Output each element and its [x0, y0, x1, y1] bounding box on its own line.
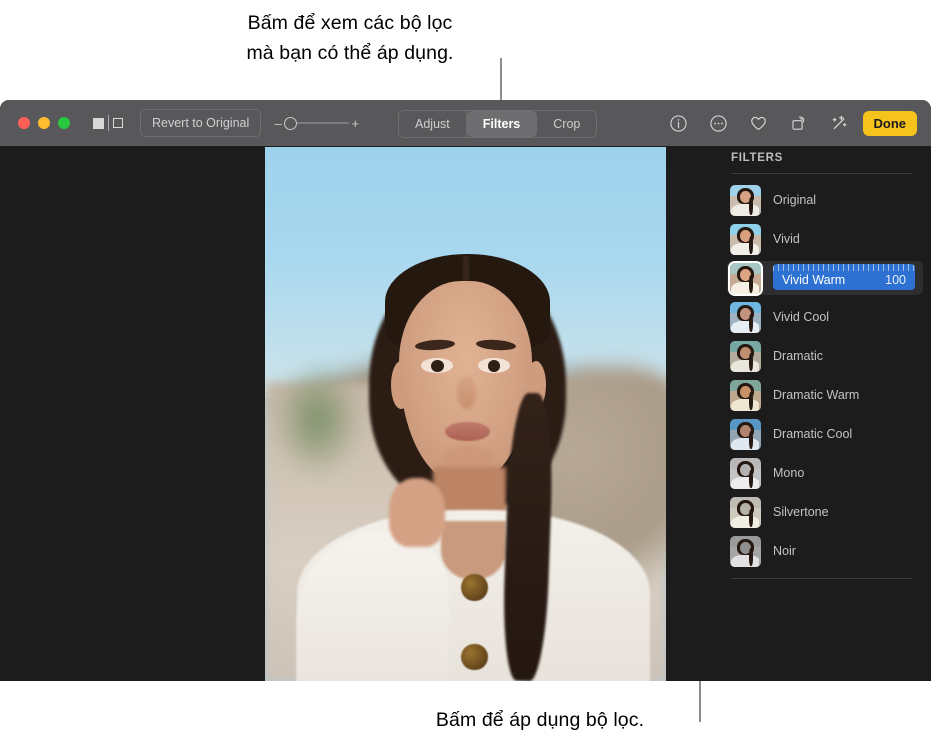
- callout-bottom-text: Bấm để áp dụng bộ lọc.: [330, 705, 750, 735]
- filter-thumbnail[interactable]: [730, 458, 761, 489]
- callout-top-leader-line: [500, 58, 502, 103]
- toolbar-right-icons: Done: [659, 100, 918, 146]
- filter-name-label: Vivid: [773, 232, 800, 246]
- filter-thumbnail[interactable]: [730, 497, 761, 528]
- done-button-label: Done: [874, 116, 907, 131]
- zoom-out-label[interactable]: –: [272, 116, 284, 131]
- filter-row[interactable]: Silvertone: [727, 495, 923, 529]
- filter-name-label: Mono: [773, 466, 804, 480]
- filter-name-label: Silvertone: [773, 505, 829, 519]
- editor-content: FILTERS OriginalVividVivid Warm100Vivid …: [0, 146, 931, 681]
- split-view-toggle-button[interactable]: [93, 115, 123, 131]
- filter-row[interactable]: Dramatic: [727, 339, 923, 373]
- filter-intensity-value: 100: [885, 273, 906, 287]
- window-traffic-lights: [18, 117, 70, 129]
- filter-thumbnail[interactable]: [730, 263, 761, 294]
- outlined-square-icon: [113, 118, 123, 128]
- edit-mode-segmented-control[interactable]: Adjust Filters Crop: [398, 110, 597, 138]
- filter-thumbnail[interactable]: [730, 224, 761, 255]
- photos-editor-window: Revert to Original – + Adjust Filters Cr…: [0, 100, 931, 681]
- done-button[interactable]: Done: [863, 111, 918, 136]
- callout-top-text: Bấm để xem các bộ lọc mà bạn có thể áp d…: [150, 8, 550, 68]
- filter-row[interactable]: Original: [727, 183, 923, 217]
- tab-crop[interactable]: Crop: [537, 111, 596, 137]
- revert-to-original-label: Revert to Original: [152, 116, 249, 130]
- filters-divider-bottom: [731, 578, 913, 579]
- zoom-in-label[interactable]: +: [349, 116, 361, 131]
- filter-row[interactable]: Vivid Cool: [727, 300, 923, 334]
- filter-name-label: Dramatic Warm: [773, 388, 859, 402]
- minimize-window-button[interactable]: [38, 117, 50, 129]
- rotate-icon[interactable]: [779, 100, 819, 146]
- zoom-slider-line: [291, 122, 349, 124]
- more-icon[interactable]: [699, 100, 739, 146]
- filter-row[interactable]: Noir: [727, 534, 923, 568]
- filter-thumbnail[interactable]: [730, 302, 761, 333]
- tab-filters[interactable]: Filters: [467, 111, 538, 137]
- filter-row[interactable]: Vivid: [727, 222, 923, 256]
- editor-toolbar: Revert to Original – + Adjust Filters Cr…: [0, 100, 931, 146]
- filter-name-label: Vivid Cool: [773, 310, 829, 324]
- close-window-button[interactable]: [18, 117, 30, 129]
- edited-photo[interactable]: [265, 147, 666, 681]
- zoom-slider-knob[interactable]: [284, 117, 297, 130]
- tab-adjust[interactable]: Adjust: [399, 111, 467, 137]
- filter-row[interactable]: Mono: [727, 456, 923, 490]
- filters-divider-top: [731, 173, 913, 174]
- divider-icon: [108, 115, 109, 131]
- info-icon[interactable]: [659, 100, 699, 146]
- filter-thumbnail[interactable]: [730, 341, 761, 372]
- filters-panel-title: FILTERS: [731, 152, 783, 164]
- photo-canvas[interactable]: [0, 146, 715, 681]
- zoom-window-button[interactable]: [58, 117, 70, 129]
- callout-bottom-leader-line: [699, 690, 701, 722]
- filter-thumbnail[interactable]: [730, 185, 761, 216]
- filter-list[interactable]: Original Vivid Vivid Warm 100 Vivid Cool Dram…: [727, 183, 923, 573]
- filter-name-label: Vivid Warm: [782, 273, 845, 287]
- filter-intensity-slider[interactable]: Vivid Warm 100: [773, 264, 915, 290]
- filter-thumbnail[interactable]: [730, 380, 761, 411]
- heart-icon[interactable]: [739, 100, 779, 146]
- slider-tick-marks: [773, 264, 915, 271]
- filter-row[interactable]: Dramatic Warm: [727, 378, 923, 412]
- filter-row[interactable]: Dramatic Cool: [727, 417, 923, 451]
- zoom-slider-track[interactable]: [284, 116, 349, 130]
- zoom-slider[interactable]: – +: [272, 116, 361, 131]
- auto-enhance-icon[interactable]: [819, 100, 859, 146]
- revert-to-original-button[interactable]: Revert to Original: [140, 109, 261, 137]
- filters-sidebar: FILTERS OriginalVividVivid Warm100Vivid …: [715, 146, 931, 681]
- filter-name-label: Original: [773, 193, 816, 207]
- filter-name-label: Dramatic Cool: [773, 427, 852, 441]
- filter-name-label: Dramatic: [773, 349, 823, 363]
- filter-row[interactable]: Vivid Warm 100: [727, 261, 923, 295]
- filled-square-icon: [93, 118, 104, 129]
- filter-thumbnail[interactable]: [730, 536, 761, 567]
- filter-name-label: Noir: [773, 544, 796, 558]
- filter-thumbnail[interactable]: [730, 419, 761, 450]
